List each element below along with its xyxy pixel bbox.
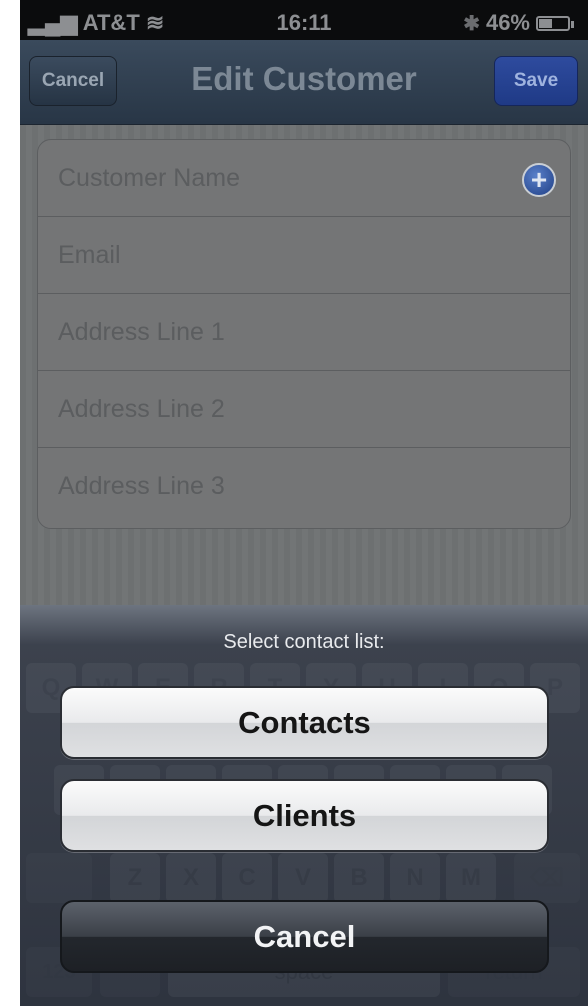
action-sheet-title: Select contact list: <box>223 631 385 653</box>
save-button[interactable]: Save <box>494 56 578 106</box>
customer-form: Customer Name + Email Address Line 1 Add… <box>37 139 571 529</box>
battery-fill <box>539 18 552 28</box>
battery-percent: 46% <box>485 10 530 35</box>
address-line-2-placeholder: Address Line 2 <box>58 394 225 423</box>
customer-name-field[interactable]: Customer Name + <box>38 140 570 217</box>
form-area: Customer Name + Email Address Line 1 Add… <box>20 125 588 605</box>
status-bar: ▂▄▆ AT&T ≋ 16:11 ✱ 46% <box>20 0 588 40</box>
address-line-1-field[interactable]: Address Line 1 <box>38 294 570 371</box>
action-sheet: Select contact list: Contacts Clients Ca… <box>20 605 588 1006</box>
contacts-button[interactable]: Contacts <box>60 686 549 759</box>
customer-name-placeholder: Customer Name <box>58 163 240 192</box>
email-placeholder: Email <box>58 240 121 269</box>
address-line-3-placeholder: Address Line 3 <box>58 472 225 500</box>
address-line-2-field[interactable]: Address Line 2 <box>38 371 570 448</box>
bluetooth-icon: ✱ <box>463 12 480 35</box>
action-sheet-cancel-button[interactable]: Cancel <box>60 900 549 973</box>
clients-button[interactable]: Clients <box>60 779 549 852</box>
battery-indicator: ✱ 46% <box>463 10 574 36</box>
add-contact-icon[interactable]: + <box>522 163 556 197</box>
address-line-1-placeholder: Address Line 1 <box>58 317 225 346</box>
navigation-bar: Cancel Edit Customer Save <box>20 40 588 125</box>
phone-screen: ▂▄▆ AT&T ≋ 16:11 ✱ 46% Cancel Edit Custo… <box>20 0 588 1006</box>
email-field[interactable]: Email <box>38 217 570 294</box>
address-line-3-field[interactable]: Address Line 3 <box>38 448 570 525</box>
battery-icon <box>536 15 574 31</box>
